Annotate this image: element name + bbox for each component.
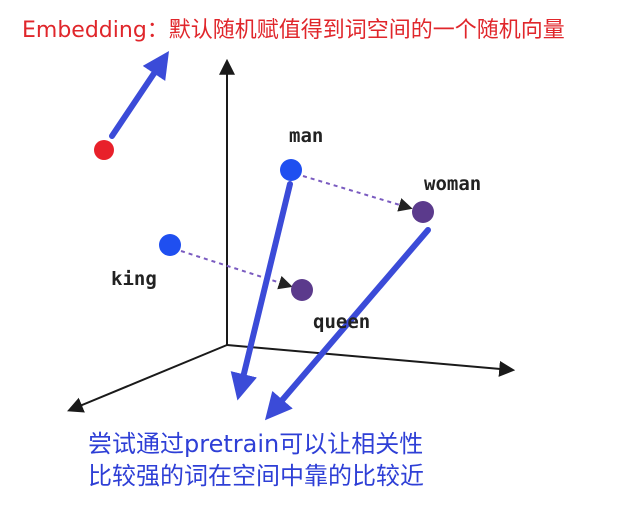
label-woman: woman [424, 173, 482, 195]
embedding-title: Embedding：默认随机赋值得到词空间的一个随机向量 [22, 18, 565, 43]
diagram-canvas: Embedding：默认随机赋值得到词空间的一个随机向量 man woman k… [0, 0, 627, 531]
label-man: man [289, 125, 324, 147]
y-axis [67, 344, 228, 413]
woman-point [412, 201, 434, 223]
pretrain-note-line-1: 尝试通过pretrain可以让相关性 [88, 430, 424, 458]
label-king: king [111, 268, 157, 290]
king-point [159, 234, 181, 256]
man-point [280, 159, 302, 181]
label-queen: queen [313, 311, 371, 333]
man-pointer-arrow [230, 181, 293, 401]
axes [67, 58, 516, 413]
x-axis [226, 344, 516, 377]
title-pointer-arrow [109, 51, 170, 139]
man-woman-relation [302, 175, 413, 212]
random-point [94, 140, 114, 160]
queen-point [291, 279, 313, 301]
pretrain-note-line-2: 比较强的词在空间中靠的比较近 [88, 462, 424, 490]
